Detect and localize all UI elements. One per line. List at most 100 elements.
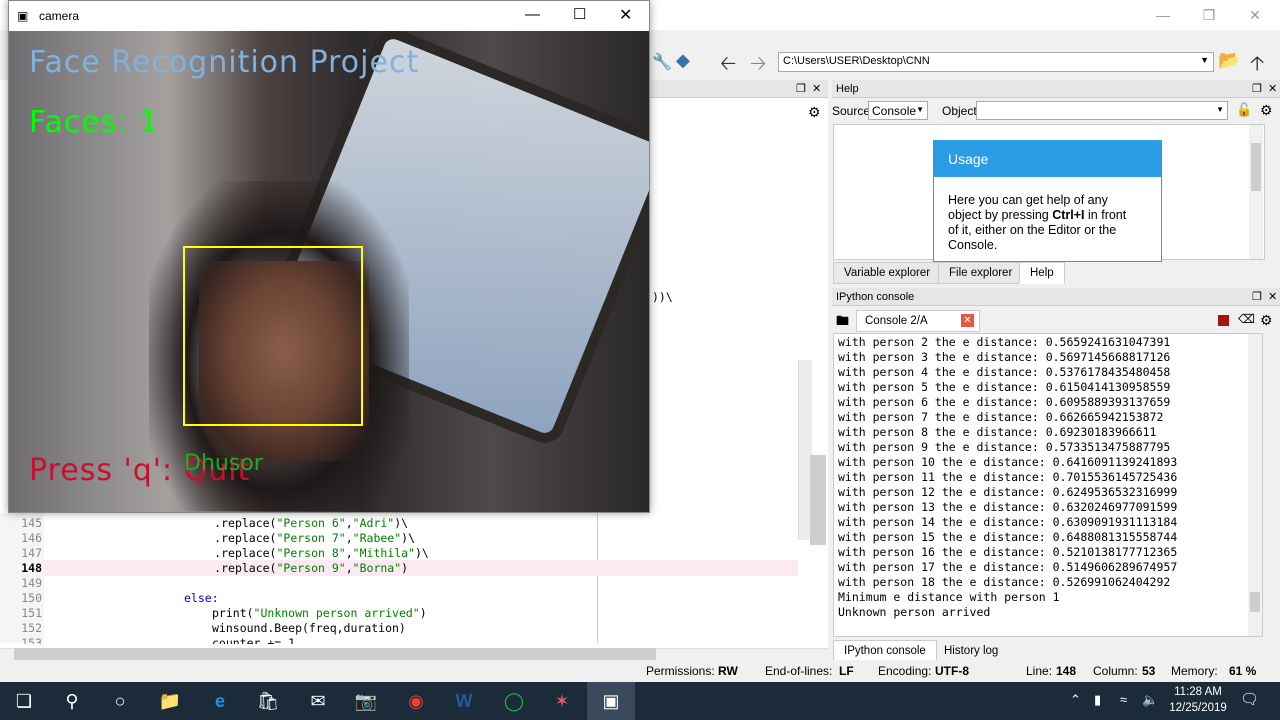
tab-variable-explorer[interactable]: Variable explorer	[833, 262, 942, 284]
console-scrollbar[interactable]	[1248, 334, 1262, 636]
console-line: with person 14 the e distance: 0.6309091…	[838, 515, 1178, 529]
camera-window-taskbar-icon[interactable]: ▣	[587, 682, 635, 720]
chevron-up-icon[interactable]: ⌃	[1070, 692, 1081, 708]
console-output[interactable]: with person 2 the e distance: 0.56592416…	[833, 333, 1263, 637]
memory-label: Memory:	[1171, 664, 1218, 678]
object-label: Object	[942, 104, 977, 118]
folder-open-icon[interactable]: 📂	[1218, 50, 1240, 71]
minimize-icon[interactable]: —	[1140, 0, 1186, 30]
chevron-down-icon: ▼	[1200, 55, 1209, 65]
close-icon[interactable]: ✕	[1232, 0, 1278, 30]
file-explorer-icon[interactable]: 📁	[146, 682, 194, 720]
undock-icon[interactable]: ❐	[796, 82, 806, 95]
restore-icon[interactable]: ❐	[1186, 0, 1232, 30]
encoding-value: UTF-8	[935, 664, 969, 678]
face-detection-box	[183, 246, 363, 426]
console-line: Minimum e distance with person 1	[838, 590, 1060, 604]
partial-line: 153 counter += 1	[0, 636, 797, 644]
stop-icon[interactable]	[1218, 315, 1229, 326]
undock-icon[interactable]: ❐	[1252, 290, 1262, 303]
maximize-icon[interactable]: ☐	[573, 5, 586, 23]
console-line: with person 12 the e distance: 0.6249536…	[838, 485, 1178, 499]
eol-label: End-of-lines:	[765, 664, 833, 678]
console-line: Unknown person arrived	[838, 605, 991, 619]
camera-app-icon[interactable]: 📷	[342, 682, 390, 720]
volume-icon[interactable]: 🔈	[1142, 692, 1158, 708]
windows-start-icon[interactable]: ❏	[0, 682, 48, 720]
code-line-current: .replace("Person 9","Borna")	[214, 561, 409, 575]
edge-line	[597, 513, 598, 643]
horizontal-scroll-thumb[interactable]	[14, 648, 656, 660]
console-line: with person 7 the e distance: 0.66266594…	[838, 410, 1164, 424]
gear-icon[interactable]: ⚙	[808, 104, 821, 121]
wifi-icon[interactable]: ≈	[1120, 692, 1127, 707]
gear-icon[interactable]: ⚙	[1260, 312, 1273, 329]
minimize-icon[interactable]: —	[525, 6, 540, 23]
working-directory-text: C:\Users\USER\Desktop\CNN	[783, 55, 930, 67]
close-pane-icon[interactable]: ✕	[1268, 82, 1277, 95]
clock[interactable]: 11:28 AM 12/25/2019	[1166, 684, 1230, 716]
up-arrow-icon[interactable]: 🡡	[1250, 49, 1264, 83]
column-label: Column:	[1093, 664, 1138, 678]
line-number: 150	[21, 591, 42, 605]
word-icon[interactable]: W	[440, 682, 488, 720]
line-value: 148	[1056, 664, 1077, 678]
console-line: with person 15 the e distance: 0.6488081…	[838, 530, 1178, 544]
faces-count: Faces: 1	[29, 105, 160, 140]
notifications-icon[interactable]: 🗨	[1240, 690, 1259, 708]
console-line: with person 18 the e distance: 0.5269910…	[838, 575, 1171, 589]
line-label: Line:	[1026, 664, 1053, 678]
window-app-icon: ▣	[17, 9, 29, 23]
task-view-icon[interactable]: ○	[96, 682, 144, 720]
close-pane-icon[interactable]: ✕	[1268, 290, 1277, 303]
edge-icon[interactable]: e	[196, 682, 244, 720]
line-number-current: 148	[21, 561, 42, 575]
code-line: .replace("Person 6","Adri")\	[214, 516, 409, 530]
source-select[interactable]: Console ▼	[868, 101, 928, 120]
help-scroll-thumb[interactable]	[1251, 143, 1261, 191]
battery-icon[interactable]: ▮	[1094, 692, 1101, 708]
tab-help[interactable]: Help	[1019, 262, 1065, 284]
spyder-icon[interactable]: ✶	[538, 682, 586, 720]
python-icon[interactable]: ◆	[676, 50, 690, 71]
wrench-icon[interactable]: 🔧	[652, 52, 672, 72]
console-line: with person 4 the e distance: 0.53761784…	[838, 365, 1171, 379]
back-arrow-icon[interactable]: 🡠	[720, 49, 736, 83]
tab-console-2a[interactable]: Console 2/A ✕	[856, 310, 980, 332]
store-icon[interactable]: 🛍	[244, 682, 292, 720]
eraser-icon[interactable]: ⌫	[1238, 312, 1255, 326]
console-line: with person 9 the e distance: 0.57335134…	[838, 440, 1171, 454]
forward-arrow-icon[interactable]: 🡢	[750, 49, 766, 83]
console-line: with person 10 the e distance: 0.6416091…	[838, 455, 1178, 469]
code-line: counter += 1	[212, 636, 296, 644]
tab-ipython-console[interactable]: IPython console	[833, 640, 937, 662]
chrome-icon[interactable]: ◉	[392, 682, 440, 720]
line-number: 146	[21, 531, 42, 545]
console-line: with person 16 the e distance: 0.5210138…	[838, 545, 1178, 559]
undock-icon[interactable]: ❐	[1252, 82, 1262, 95]
tab-history-log[interactable]: History log	[933, 640, 1009, 662]
folder-icon[interactable]: 🖿	[836, 312, 849, 334]
console-scroll-thumb[interactable]	[1250, 592, 1260, 612]
permissions-label: Permissions:	[646, 664, 715, 678]
camera-titlebar[interactable]: ▣ camera — ☐ ✕	[9, 1, 649, 31]
lock-icon[interactable]: 🔓	[1236, 102, 1252, 118]
working-directory-combo[interactable]: C:\Users\USER\Desktop\CNN ▼	[778, 52, 1214, 72]
close-pane-icon[interactable]: ✕	[812, 82, 821, 95]
memory-value: 61 %	[1229, 664, 1257, 678]
console-line: with person 11 the e distance: 0.7015536…	[838, 470, 1178, 484]
code-overflow-text: ))\	[652, 290, 673, 304]
mail-icon[interactable]: ✉	[294, 682, 342, 720]
tab-file-explorer[interactable]: File explorer	[938, 262, 1024, 284]
line-number: 153	[21, 636, 42, 644]
status-bar: Permissions: RW End-of-lines: LF Encodin…	[0, 660, 1280, 682]
gear-icon[interactable]: ⚙	[1260, 102, 1273, 119]
search-icon[interactable]: ⚲	[48, 682, 96, 720]
anaconda-icon[interactable]: ◯	[490, 682, 538, 720]
editor-scroll-thumb[interactable]	[810, 455, 826, 545]
close-icon[interactable]: ✕	[619, 5, 632, 25]
object-input[interactable]: ▼	[976, 101, 1228, 120]
close-tab-icon[interactable]: ✕	[961, 314, 974, 327]
overlay-title: Face Recognition Project	[29, 45, 420, 80]
clock-date: 12/25/2019	[1169, 702, 1227, 714]
